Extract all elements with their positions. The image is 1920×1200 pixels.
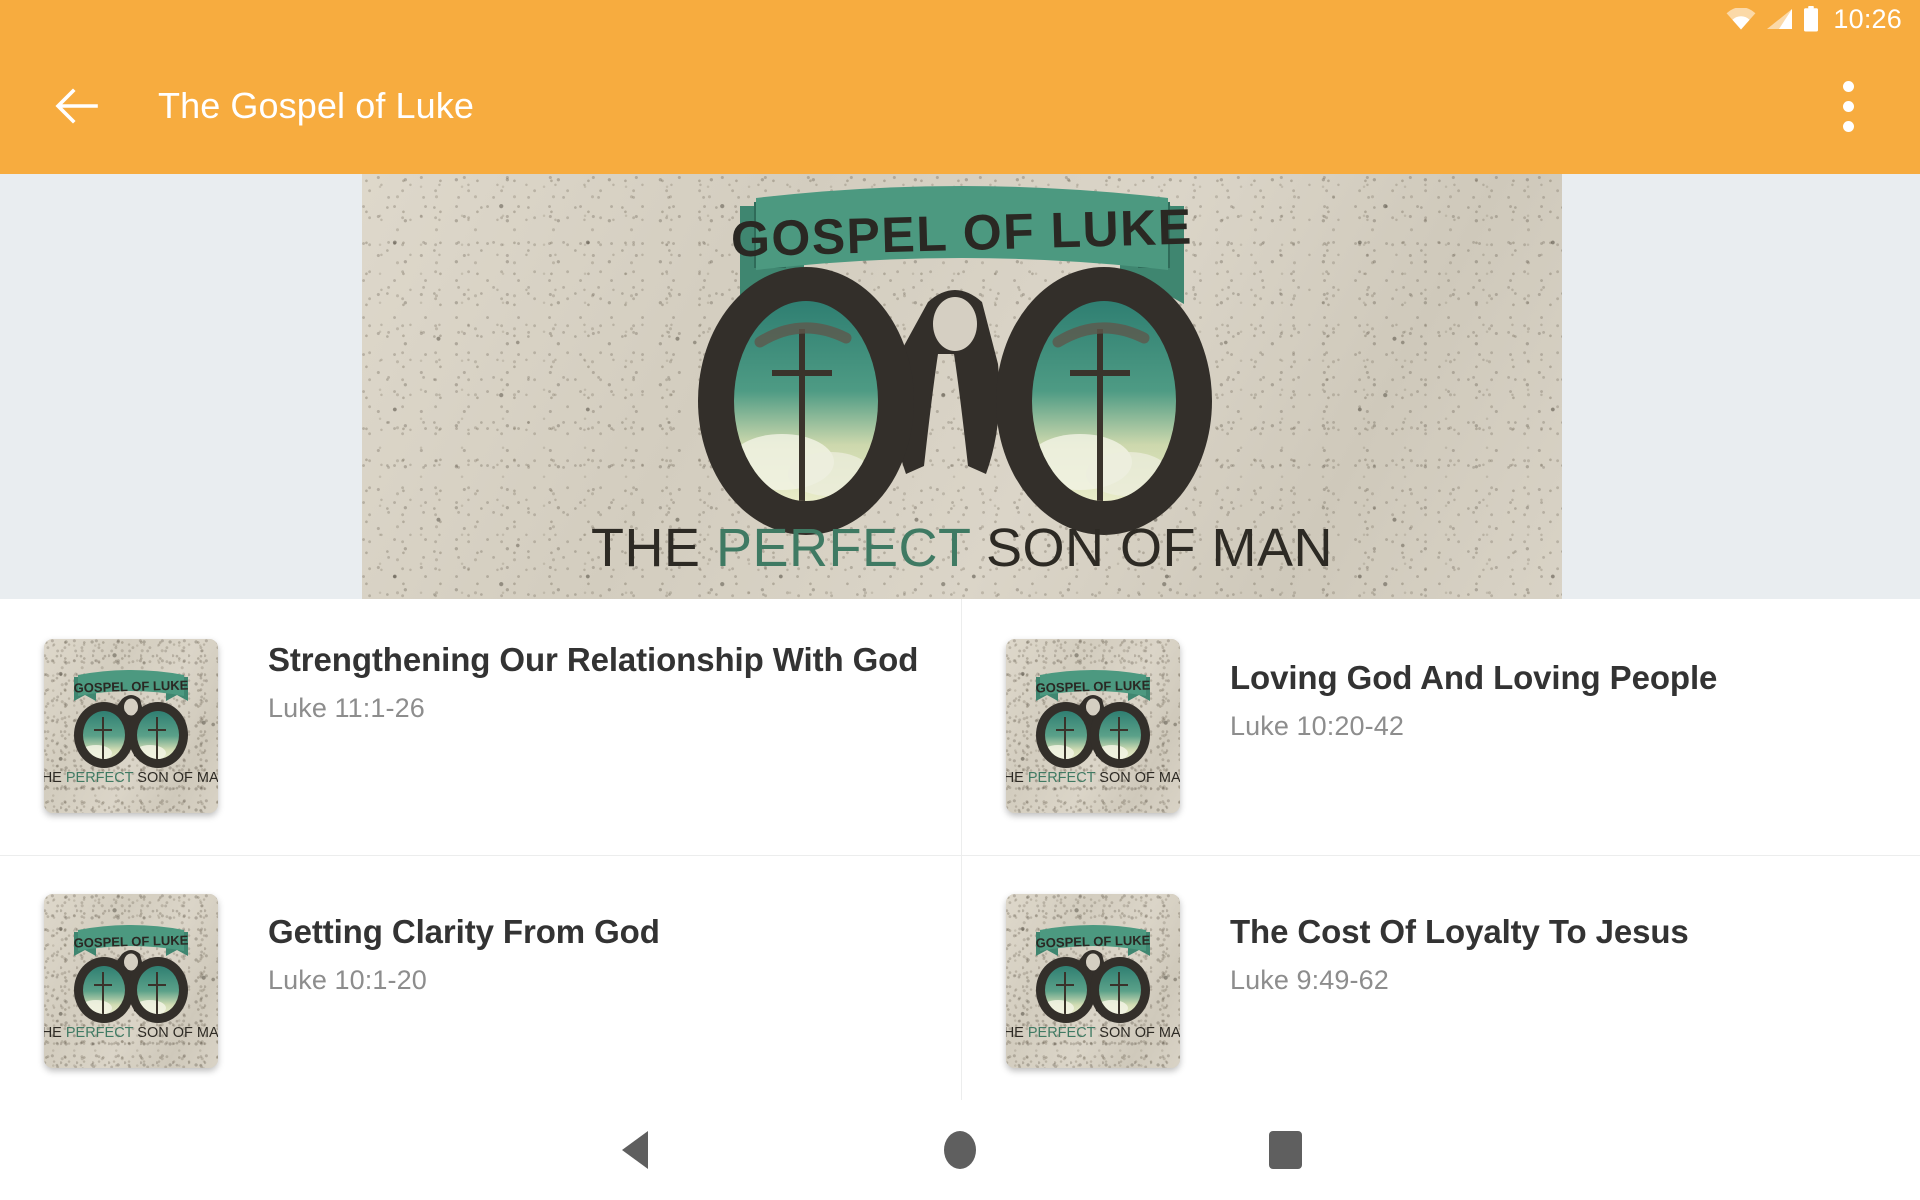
list-item[interactable]: GOSPEL OF LUKE <box>962 856 1920 1100</box>
list-item-reference: Luke 11:1-26 <box>268 692 425 723</box>
overflow-dot <box>1842 120 1854 132</box>
list-item-title: The Cost Of Loyalty To Jesus <box>1230 913 1689 950</box>
back-arrow-icon[interactable] <box>40 70 112 142</box>
thumbnail: GOSPEL OF LUKE HE PERFECT SON OF MA <box>44 894 218 1068</box>
gospel-of-luke-thumbnail-icon: GOSPEL OF LUKE HE PERFECT SON OF MA <box>1006 670 1180 786</box>
svg-text:GOSPEL OF LUKE: GOSPEL OF LUKE <box>74 677 189 695</box>
home-circle <box>944 1131 976 1169</box>
thumbnail: GOSPEL OF LUKE HE PERFECT SON OF MA <box>1006 639 1180 813</box>
list-item-reference: Luke 10:20-42 <box>1230 710 1404 741</box>
sermon-list: GOSPEL OF LUKE HE PERFECT SON OF MA Stre… <box>0 599 1920 1100</box>
svg-text:GOSPEL OF LUKE: GOSPEL OF LUKE <box>1036 932 1151 950</box>
svg-text:GOSPEL OF LUKE: GOSPEL OF LUKE <box>1036 677 1151 695</box>
overflow-menu-icon[interactable] <box>1818 66 1878 146</box>
overflow-dot <box>1842 80 1854 92</box>
thumbnail: GOSPEL OF LUKE HE PERFECT SON OF MA <box>1006 894 1180 1068</box>
signal-icon <box>1766 8 1793 30</box>
android-navigation-bar <box>0 1100 1920 1200</box>
svg-text:THE PERFECT SON OF MAN: THE PERFECT SON OF MAN <box>591 518 1333 578</box>
list-item[interactable]: GOSPEL OF LUKE <box>0 856 961 1100</box>
hero-banner-image[interactable]: GOSPEL OF LUKE THE PERFECT SON OF MAN <box>362 174 1562 599</box>
app-bar: The Gospel of Luke <box>0 38 1920 174</box>
svg-text:GOSPEL OF LUKE: GOSPEL OF LUKE <box>74 932 189 950</box>
binoculars-with-cross-icon: GOSPEL OF LUKE THE PERFECT SON OF MAN <box>591 186 1333 578</box>
svg-text:THE PERFECT SON OF MAN: THE PERFECT SON OF MAN <box>1006 1025 1180 1041</box>
circle-home-icon[interactable] <box>905 1100 1015 1200</box>
list-item-reference: Luke 10:1-20 <box>268 964 427 995</box>
list-item-title: Getting Clarity From God <box>268 913 660 950</box>
thumbnail: GOSPEL OF LUKE HE PERFECT SON OF MA <box>44 639 218 813</box>
recents-square <box>1268 1131 1302 1169</box>
svg-text:THE PERFECT SON OF MAN: THE PERFECT SON OF MAN <box>44 770 218 786</box>
hero-section: GOSPEL OF LUKE THE PERFECT SON OF MAN <box>0 174 1920 599</box>
status-bar-clock: 10:26 <box>1833 3 1902 34</box>
overflow-dot <box>1842 100 1854 112</box>
svg-text:THE PERFECT SON OF MAN: THE PERFECT SON OF MAN <box>44 1025 218 1041</box>
page-title: The Gospel of Luke <box>158 85 474 126</box>
list-item-reference: Luke 9:49-62 <box>1230 964 1389 995</box>
gospel-of-luke-thumbnail-icon: GOSPEL OF LUKE HE PERFECT SON OF MA <box>44 925 218 1041</box>
list-item[interactable]: GOSPEL OF LUKE <box>0 599 961 855</box>
svg-text:THE PERFECT SON OF MAN: THE PERFECT SON OF MAN <box>1006 770 1180 786</box>
battery-icon <box>1803 6 1819 32</box>
list-item-title: Loving God And Loving People <box>1230 659 1718 696</box>
status-bar: 10:26 <box>0 0 1920 38</box>
list-item[interactable]: GOSPEL OF LUKE <box>962 599 1920 855</box>
list-item-title: Strengthening Our Relationship With God <box>268 641 919 678</box>
triangle-back-icon[interactable] <box>580 1100 690 1200</box>
wifi-icon <box>1726 8 1756 30</box>
back-triangle <box>622 1131 648 1169</box>
gospel-of-luke-thumbnail-icon: GOSPEL OF LUKE HE PERFECT SON OF MA <box>1006 925 1180 1041</box>
square-recents-icon[interactable] <box>1230 1100 1340 1200</box>
gospel-of-luke-thumbnail-icon: GOSPEL OF LUKE HE PERFECT SON OF MA <box>44 670 218 786</box>
